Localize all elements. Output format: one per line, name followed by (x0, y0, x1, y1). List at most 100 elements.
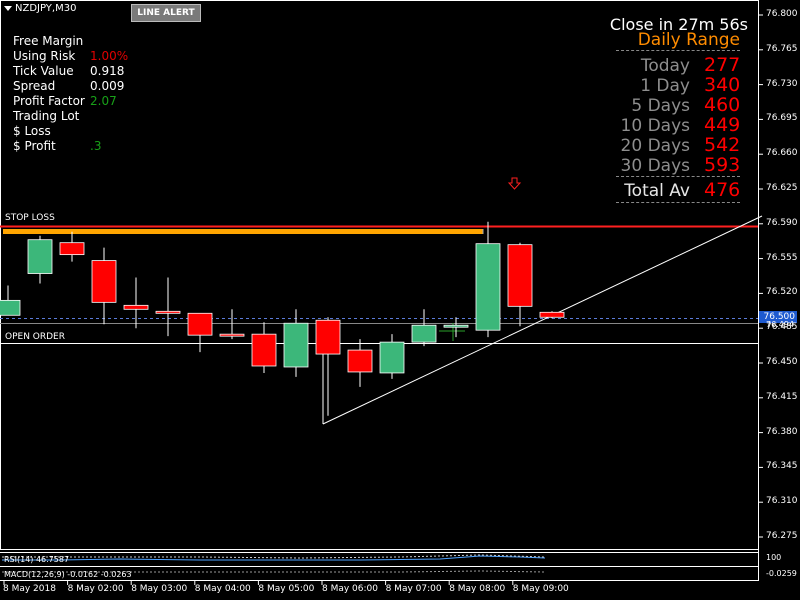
stats-label: Using Risk (13, 49, 76, 63)
candle (443, 317, 469, 338)
candle-body (379, 341, 405, 374)
price-axis-label: 76.380 (766, 426, 798, 437)
candle (507, 242, 533, 327)
price-ticks (759, 14, 763, 538)
candle (219, 309, 245, 340)
time-axis-label: 8 May 03:00 (131, 584, 188, 594)
candle-body (123, 304, 149, 310)
dropdown-icon (4, 5, 12, 11)
daily-range-label: Today (640, 56, 690, 76)
daily-range-separator (616, 202, 740, 203)
stats-row: Free Margin (13, 34, 128, 49)
candle-body (347, 349, 373, 373)
daily-range-value: 542 (704, 134, 741, 156)
candle-body (283, 322, 309, 368)
symbol-text: NZDJPY,M30 (15, 3, 77, 14)
price-axis-label: 76.310 (766, 496, 798, 507)
price-axis-label: 76.800 (766, 9, 798, 19)
stats-panel: Free Margin Using Risk 1.00% Tick Value 0.91… (13, 34, 128, 154)
candle-body (187, 312, 213, 336)
stats-row: Tick Value 0.918 (13, 64, 128, 79)
candle (283, 309, 309, 377)
candle-body (27, 239, 53, 274)
daily-range-row: 1 Day 340 (612, 74, 741, 96)
total-average-label: Total Av (624, 181, 690, 201)
daily-range-row: 30 Days 593 (612, 154, 741, 176)
stats-value: 2.07 (90, 94, 117, 108)
stats-label: Tick Value (13, 64, 74, 78)
price-axis-label: 76.590 (766, 217, 798, 228)
time-axis-label: 8 May 06:00 (322, 584, 378, 594)
daily-range-row: 10 Days 449 (612, 114, 741, 136)
time-axis-label: 8 May 04:00 (194, 584, 251, 594)
candle (155, 277, 181, 337)
daily-range-title: Daily Range (637, 30, 740, 50)
candle (59, 231, 85, 262)
stats-row: Using Risk 1.00% (13, 49, 128, 64)
daily-range-row: 5 Days 460 (612, 94, 740, 116)
candle-body (0, 299, 21, 316)
candle-body (411, 324, 437, 343)
stats-label: $ Profit (13, 139, 56, 153)
daily-range-label: 20 Days (620, 136, 690, 156)
candle (379, 334, 405, 379)
candle (347, 339, 373, 387)
daily-range-value: 449 (704, 114, 741, 136)
stats-row: Spread 0.009 (13, 79, 128, 94)
candle-body (59, 242, 85, 256)
total-average-row: Total Av 476 (612, 179, 741, 201)
line-alert-button[interactable]: LINE ALERT (131, 4, 201, 22)
rsi-label: RSI(14) 46.7587 (4, 555, 70, 564)
price-axis-label: 76.625 (766, 183, 798, 193)
candle-body (315, 319, 341, 355)
price-axis-label: 76.275 (766, 531, 798, 541)
daily-range-label: 10 Days (620, 116, 690, 136)
candle (0, 285, 21, 316)
macd-axis-label: -0.0259 (766, 569, 797, 578)
stop-loss-label: STOP LOSS (5, 213, 55, 223)
price-axis-label: 76.415 (766, 391, 798, 402)
stats-label: Spread (13, 79, 56, 93)
candle-body (443, 324, 469, 328)
daily-range-separator (616, 50, 740, 51)
stats-row: $ Loss (13, 124, 128, 139)
trendline[interactable] (322, 215, 763, 425)
macd-label: MACD(12,26,9) -0.0162 -0.0263 (4, 570, 132, 579)
symbol-label[interactable]: NZDJPY,M30 (4, 3, 76, 14)
candle (539, 311, 565, 319)
candle (27, 235, 53, 284)
daily-range-value: 340 (704, 74, 741, 96)
daily-range-separator (616, 176, 740, 177)
stats-label: $ Loss (13, 124, 51, 138)
stats-value: .3 (90, 139, 102, 153)
price-axis-label: 76.485 (766, 322, 798, 333)
daily-range-value: 593 (704, 154, 741, 176)
candle (187, 312, 213, 353)
time-axis-label: 8 May 08:00 (449, 584, 506, 594)
stats-value: 1.00% (90, 49, 129, 63)
daily-range-label: 1 Day (640, 76, 690, 96)
candle-body (219, 333, 245, 337)
candle-body (251, 333, 277, 367)
candle (475, 221, 501, 338)
candle-body (155, 310, 181, 314)
stats-label: Trading Lot (13, 109, 80, 123)
total-average-value: 476 (704, 179, 741, 201)
price-axis-label: 76.660 (766, 148, 798, 159)
time-axis-label: 8 May 07:00 (385, 584, 442, 594)
candle (315, 317, 341, 416)
daily-range-row: Today 277 (612, 54, 741, 76)
down-arrow-icon (507, 177, 522, 190)
time-axis-label: 8 May 02:00 (67, 584, 124, 594)
stats-value: 0.918 (90, 64, 125, 78)
candle-body (91, 260, 117, 303)
stats-label: Free Margin (13, 34, 84, 48)
daily-range-value: 277 (704, 54, 741, 76)
price-axis-label: 76.345 (766, 461, 798, 472)
daily-range-row: 20 Days 542 (612, 134, 741, 156)
stats-label: Profit Factor (13, 94, 85, 108)
price-axis-label: 76.730 (766, 78, 798, 89)
candle-body (507, 244, 533, 307)
daily-range-label: 5 Days (631, 96, 690, 116)
candle-body (539, 311, 565, 318)
